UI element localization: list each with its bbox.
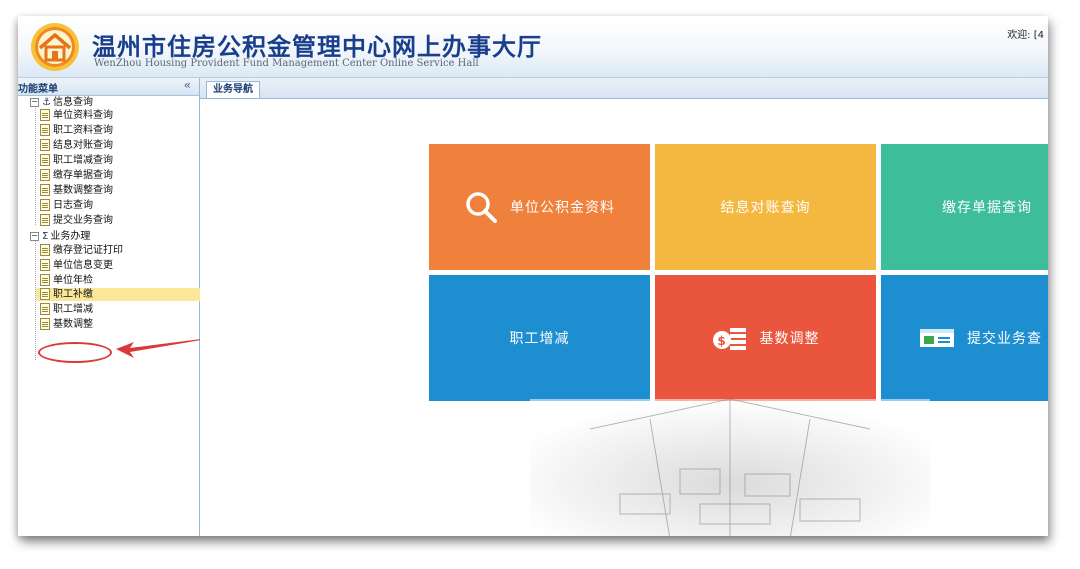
annotation-ellipse [38,342,112,363]
sidebar-title: 功能菜单 [18,84,58,95]
menu-item-deposit-receipt-query[interactable]: 缴存单据查询 [40,169,113,182]
tab-business-nav[interactable]: 业务导航 [206,81,260,98]
collapse-toggle-icon[interactable]: − [30,97,39,107]
menu-item-label: 日志查询 [53,200,93,211]
page-icon [40,259,50,271]
menu-item-label: 单位资料查询 [53,110,113,121]
search-icon [466,192,497,223]
tile-label: 基数调整 [759,331,820,347]
page-icon [40,244,50,256]
main-content: 单位公积金资料 结息对账查询 缴存单据查询 职工增减 $ 基数调整 提交业务查 [200,99,1048,536]
page-icon [40,154,50,166]
page-icon [40,214,50,226]
collapse-toggle-icon[interactable]: − [30,231,39,241]
tree-group-business[interactable]: − Σ 业务办理 [30,230,90,243]
menu-item-unit-info-change[interactable]: 单位信息变更 [40,259,113,272]
page-icon [40,184,50,196]
menu-item-label: 基数调整 [53,319,93,330]
menu-item-log-query[interactable]: 日志查询 [40,199,93,212]
page-icon [40,139,50,151]
tile-deposit-receipt[interactable]: 缴存单据查询 [881,144,1048,270]
tile-employee-change[interactable]: 职工增减 [429,275,650,401]
page-icon [40,288,50,300]
tree-group-info-query[interactable]: − ⚓ 信息查询 [30,96,93,109]
menu-item-label: 基数调整查询 [53,185,113,196]
tile-unit-fund-info[interactable]: 单位公积金资料 [429,144,650,270]
tree-group-label: 信息查询 [52,97,93,108]
page-icon [40,274,50,286]
collapse-sidebar-icon[interactable]: « [184,78,191,92]
tree-group-label: 业务办理 [50,231,91,242]
menu-item-label: 职工补缴 [53,289,93,300]
office-background-image [530,399,930,536]
menu-item-label: 单位年检 [53,275,93,286]
menu-item-submitted-business-query[interactable]: 提交业务查询 [40,214,113,227]
page-icon [40,124,50,136]
page-icon [40,318,50,330]
menu-item-label: 结息对账查询 [53,140,113,151]
page-icon [40,109,50,121]
tile-interest-statement[interactable]: 结息对账查询 [655,144,876,270]
anchor-icon: ⚓ [42,97,51,108]
sidebar: 功能菜单 « − ⚓ 信息查询 单位资料查询 职工资料查询 结息对账查询 职工增减查… [18,78,225,536]
tile-label: 职工增减 [509,331,570,347]
menu-item-label: 缴存登记证打印 [53,245,123,256]
tile-label: 缴存单据查询 [942,200,1032,216]
money-stack-icon: $ [712,328,746,350]
sidebar-header: 功能菜单 « [18,78,199,96]
tile-label: 单位公积金资料 [510,200,615,216]
tree-connector [35,104,36,225]
menu-item-label: 单位信息变更 [53,260,113,271]
menu-item-base-adjust-query[interactable]: 基数调整查询 [40,184,113,197]
tile-label: 结息对账查询 [720,200,811,216]
menu-item-label: 提交业务查询 [53,215,113,226]
menu-item-label: 缴存单据查询 [53,170,113,181]
sigma-icon: Σ [42,231,49,242]
page-icon [40,199,50,211]
menu-item-label: 职工增减 [53,304,93,315]
card-icon [920,329,954,347]
menu-item-unit-info-query[interactable]: 单位资料查询 [40,109,113,122]
tab-bar: 业务导航 [200,78,1048,99]
welcome-text: 欢迎: [4 [1007,30,1044,41]
tile-submitted-business[interactable]: 提交业务查 [881,275,1048,401]
menu-item-deposit-cert-print[interactable]: 缴存登记证打印 [40,244,123,257]
svg-text:$: $ [717,334,726,348]
page-icon [40,169,50,181]
menu-item-base-adjust[interactable]: 基数调整 [40,318,93,331]
house-logo-icon [31,23,79,71]
menu-item-annual-inspection[interactable]: 单位年检 [40,274,93,287]
page-title: 温州市住房公积金管理中心网上办事大厅 [92,32,542,61]
page-icon [40,303,50,315]
menu-item-label: 职工增减查询 [53,155,113,166]
page-subtitle: WenZhou Housing Provident Fund Managemen… [94,58,479,69]
menu-item-label: 职工资料查询 [53,125,113,136]
tile-label: 提交业务查 [967,331,1042,347]
menu-item-interest-statement-query[interactable]: 结息对账查询 [40,139,113,152]
header: 温州市住房公积金管理中心网上办事大厅 WenZhou Housing Provi… [18,16,1048,78]
menu-item-employee-change[interactable]: 职工增减 [40,303,93,316]
menu-item-employee-info-query[interactable]: 职工资料查询 [40,124,113,137]
tile-base-adjust[interactable]: $ 基数调整 [655,275,876,401]
menu-item-employee-back-pay[interactable]: 职工补缴 [36,288,200,301]
menu-item-employee-change-query[interactable]: 职工增减查询 [40,154,113,167]
app-window: 温州市住房公积金管理中心网上办事大厅 WenZhou Housing Provi… [18,16,1048,536]
